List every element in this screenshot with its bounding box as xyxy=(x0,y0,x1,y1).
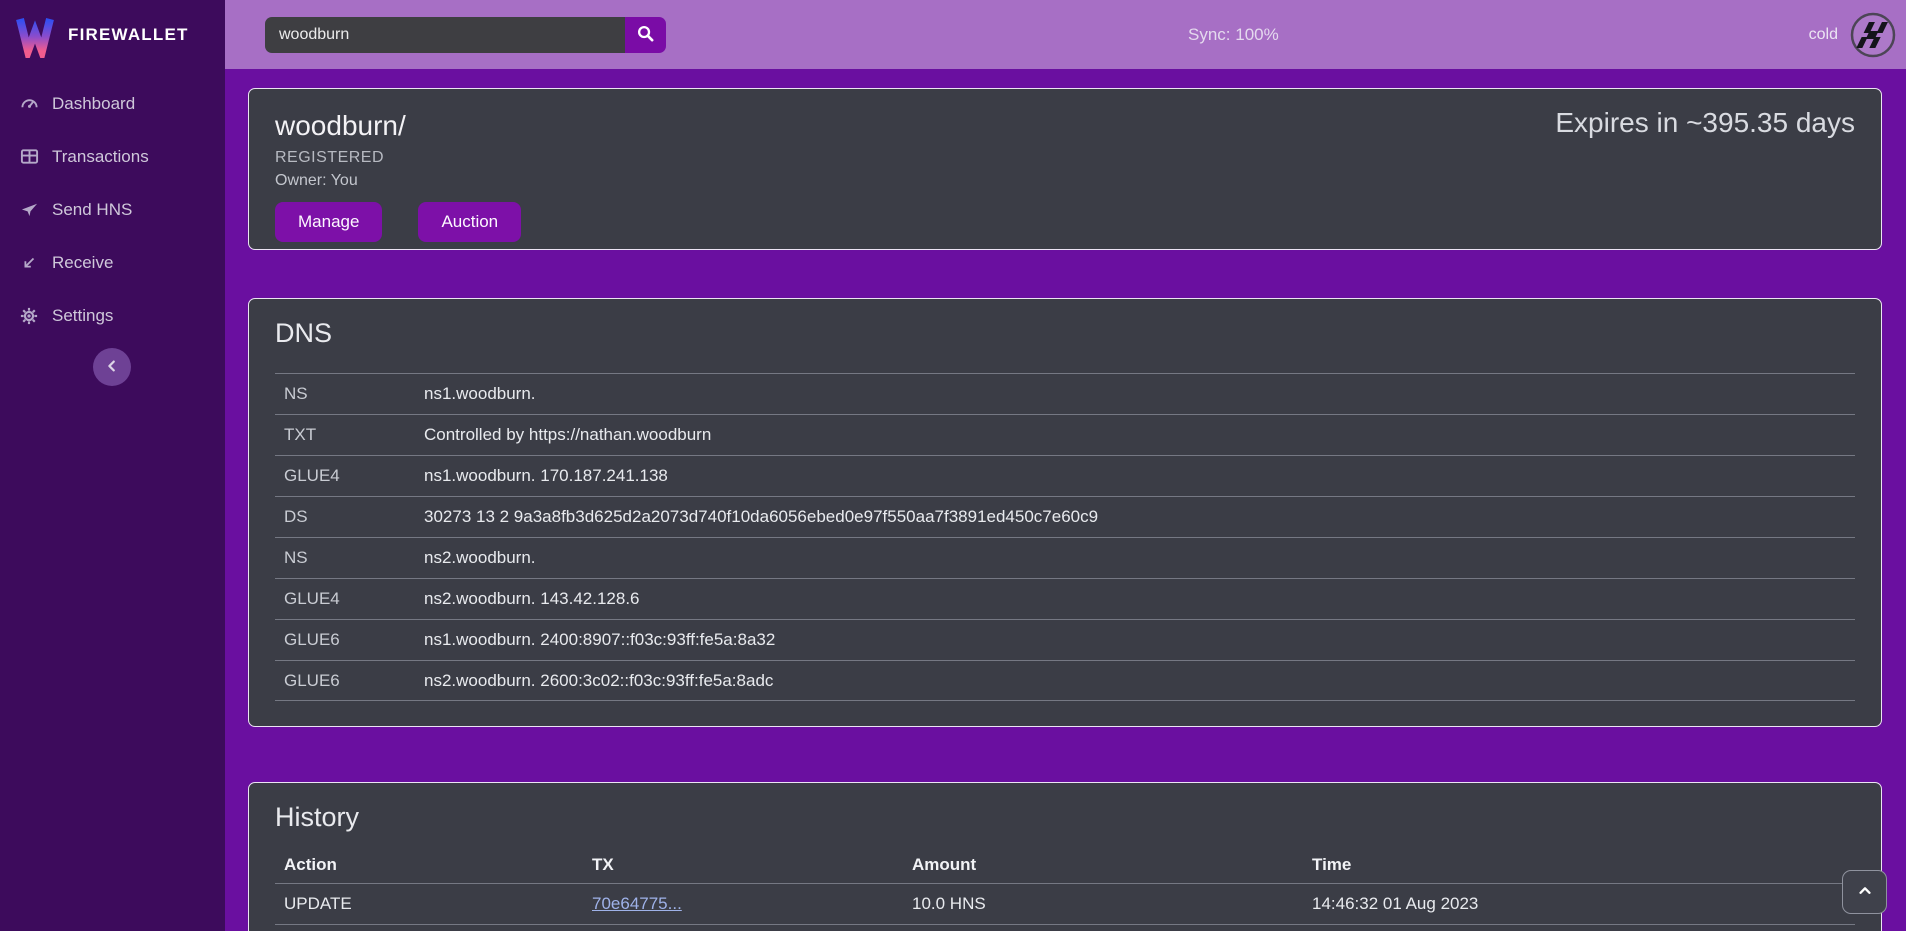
dns-record-type: NS xyxy=(284,384,424,404)
dns-record-type: NS xyxy=(284,548,424,568)
domain-card: woodburn/ REGISTERED Owner: You Manage A… xyxy=(248,88,1882,250)
firewallet-w-logo-icon xyxy=(12,12,58,58)
history-row: RENEW 47b4c1d... 10.0 HNS 15:47:06 07 Fe… xyxy=(275,924,1855,931)
sidebar-item-label: Settings xyxy=(52,306,113,326)
dns-record-row: DS 30273 13 2 9a3a8fb3d625d2a2073d740f10… xyxy=(275,496,1855,537)
history-col-amount: Amount xyxy=(912,855,1312,875)
domain-expiry: Expires in ~395.35 days xyxy=(1555,107,1855,139)
history-col-action: Action xyxy=(284,855,592,875)
dns-record-type: GLUE4 xyxy=(284,589,424,609)
dns-section-title: DNS xyxy=(275,318,1855,349)
paper-plane-icon xyxy=(19,200,39,220)
dns-record-row: TXT Controlled by https://nathan.woodbur… xyxy=(275,414,1855,455)
sidebar-item-settings[interactable]: Settings xyxy=(0,289,225,342)
dns-record-row: NS ns1.woodburn. xyxy=(275,373,1855,414)
auction-button[interactable]: Auction xyxy=(418,202,521,242)
magnifier-icon xyxy=(636,24,655,46)
history-col-time: Time xyxy=(1312,855,1855,875)
dns-record-type: GLUE4 xyxy=(284,466,424,486)
gauge-icon xyxy=(19,94,39,114)
sidebar-item-label: Send HNS xyxy=(52,200,132,220)
history-time: 14:46:32 01 Aug 2023 xyxy=(1312,894,1855,914)
brand: FIREWALLET xyxy=(0,0,225,69)
history-table: Action TX Amount Time UPDATE 70e64775...… xyxy=(275,847,1855,931)
dns-table: NS ns1.woodburn. TXT Controlled by https… xyxy=(275,373,1855,701)
sidebar-item-label: Transactions xyxy=(52,147,149,167)
dns-record-type: DS xyxy=(284,507,424,527)
manage-button[interactable]: Manage xyxy=(275,202,382,242)
dns-record-row: NS ns2.woodburn. xyxy=(275,537,1855,578)
domain-owner: Owner: You xyxy=(275,172,1855,190)
dns-record-value: Controlled by https://nathan.woodburn xyxy=(424,425,711,445)
dns-record-value: ns1.woodburn. xyxy=(424,384,536,404)
dns-record-value: ns2.woodburn. xyxy=(424,548,536,568)
sidebar-item-receive[interactable]: Receive xyxy=(0,236,225,289)
arrow-down-left-icon xyxy=(19,253,39,273)
dns-record-type: GLUE6 xyxy=(284,630,424,650)
dns-record-row: GLUE4 ns1.woodburn. 170.187.241.138 xyxy=(275,455,1855,496)
dns-record-value: ns1.woodburn. 2400:8907::f03c:93ff:fe5a:… xyxy=(424,630,775,650)
history-section-title: History xyxy=(275,802,1855,833)
dns-record-type: GLUE6 xyxy=(284,671,424,691)
history-card: History Action TX Amount Time UPDATE 70e… xyxy=(248,782,1882,931)
history-col-tx: TX xyxy=(592,855,912,875)
scroll-to-top-button[interactable] xyxy=(1842,870,1887,914)
gear-icon xyxy=(19,306,39,326)
search-input[interactable] xyxy=(265,17,625,53)
sidebar-item-dashboard[interactable]: Dashboard xyxy=(0,77,225,130)
sidebar-item-transactions[interactable]: Transactions xyxy=(0,130,225,183)
dns-record-row: GLUE6 ns1.woodburn. 2400:8907::f03c:93ff… xyxy=(275,619,1855,660)
search-bar xyxy=(265,17,666,53)
sidebar-item-label: Receive xyxy=(52,253,113,273)
dns-record-row: GLUE6 ns2.woodburn. 2600:3c02::f03c:93ff… xyxy=(275,660,1855,701)
wallet-status: cold xyxy=(1809,0,1896,69)
sidebar: FIREWALLET Dashboard Transactions Send H… xyxy=(0,0,225,931)
history-table-header: Action TX Amount Time xyxy=(275,847,1855,883)
sidebar-item-send-hns[interactable]: Send HNS xyxy=(0,183,225,236)
search-button[interactable] xyxy=(625,17,666,53)
domain-actions: Manage Auction xyxy=(275,202,1855,242)
wallet-mode-label: cold xyxy=(1809,26,1838,44)
history-row: UPDATE 70e64775... 10.0 HNS 14:46:32 01 … xyxy=(275,883,1855,924)
history-action: UPDATE xyxy=(284,894,592,914)
sync-status: Sync: 100% xyxy=(1188,0,1279,69)
domain-status-badge: REGISTERED xyxy=(275,149,1855,167)
handshake-logo-icon[interactable] xyxy=(1850,12,1896,58)
dns-record-value: ns1.woodburn. 170.187.241.138 xyxy=(424,466,668,486)
dns-record-type: TXT xyxy=(284,425,424,445)
table-grid-icon xyxy=(19,147,39,167)
dns-record-value: 30273 13 2 9a3a8fb3d625d2a2073d740f10da6… xyxy=(424,507,1098,527)
dns-card: DNS NS ns1.woodburn. TXT Controlled by h… xyxy=(248,298,1882,727)
dns-record-row: GLUE4 ns2.woodburn. 143.42.128.6 xyxy=(275,578,1855,619)
main-content: woodburn/ REGISTERED Owner: You Manage A… xyxy=(225,69,1906,931)
sidebar-collapse-button[interactable] xyxy=(93,348,131,386)
topbar: Sync: 100% cold xyxy=(225,0,1906,69)
caret-up-icon xyxy=(1857,883,1873,902)
dns-record-value: ns2.woodburn. 143.42.128.6 xyxy=(424,589,640,609)
chevron-left-icon xyxy=(105,359,119,376)
history-amount: 10.0 HNS xyxy=(912,894,1312,914)
brand-name: FIREWALLET xyxy=(68,25,189,45)
dns-record-value: ns2.woodburn. 2600:3c02::f03c:93ff:fe5a:… xyxy=(424,671,773,691)
sidebar-item-label: Dashboard xyxy=(52,94,135,114)
sidebar-nav: Dashboard Transactions Send HNS Receive … xyxy=(0,77,225,342)
tx-link[interactable]: 70e64775... xyxy=(592,894,682,913)
